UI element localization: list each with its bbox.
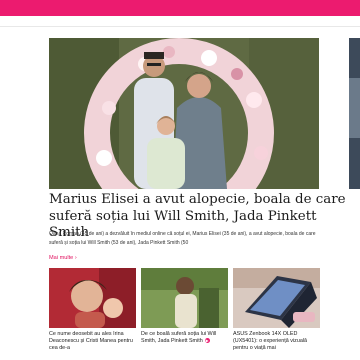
article-lede: Oana Roman (45 de ani) a dezvăluit în me… — [49, 231, 316, 246]
header-divider — [0, 26, 360, 27]
more-link[interactable]: Mai multe › — [49, 255, 77, 261]
card-title[interactable]: Ce nume deosebit au ales Irina Deaconesc… — [49, 331, 136, 353]
card-image — [49, 268, 136, 328]
article-card[interactable]: ASUS Zenbook 14X OLED (UX5401): o experi… — [233, 268, 320, 353]
card-title[interactable]: De ce boală suferă soția lui Will Smith,… — [141, 331, 228, 353]
hero-image[interactable] — [49, 38, 319, 189]
article-card[interactable]: De ce boală suferă soția lui Will Smith,… — [141, 268, 228, 353]
card-image — [233, 268, 320, 328]
chevron-right-icon: › — [74, 255, 77, 261]
play-icon: ▶ — [204, 338, 210, 344]
card-image — [141, 268, 228, 328]
card-title[interactable]: ASUS Zenbook 14X OLED (UX5401): o experi… — [233, 331, 320, 353]
more-link-label: Mai multe — [49, 255, 74, 261]
next-slide-image[interactable] — [349, 38, 360, 189]
top-brand-bar — [0, 0, 360, 16]
article-card[interactable]: Ce nume deosebit au ales Irina Deaconesc… — [49, 268, 136, 353]
